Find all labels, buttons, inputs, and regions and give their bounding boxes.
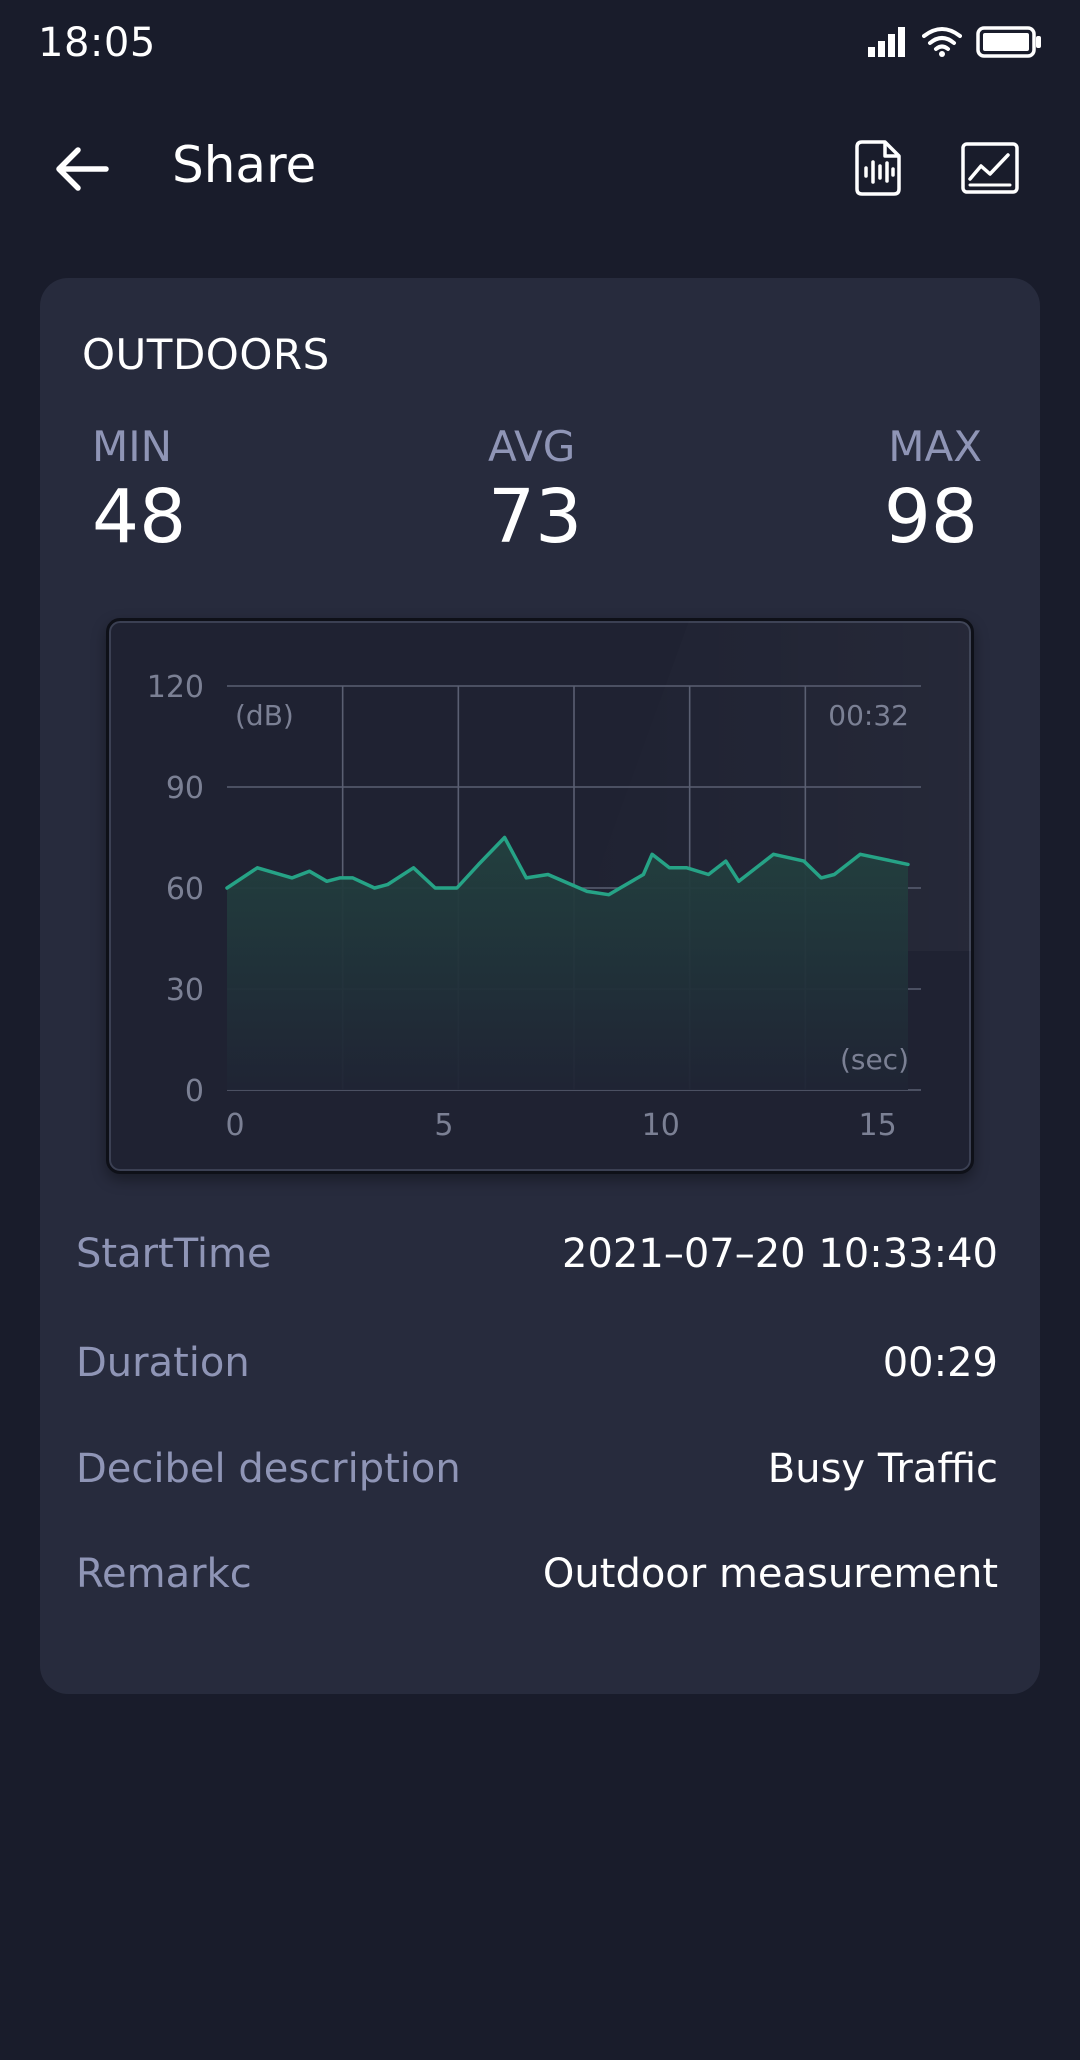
share-audio-button[interactable] [848,138,908,198]
wifi-icon [922,27,962,57]
y-tick-label: 60 [166,872,204,907]
duration-value: 00:29 [882,1340,998,1386]
arrow-left-icon [56,147,109,191]
stat-max-label: MAX [888,422,982,471]
remark-value: Outdoor measurement [542,1551,998,1597]
y-tick-label: 120 [147,670,204,705]
stat-max: MAX 98 [883,422,982,560]
stat-min: MIN 48 [92,422,187,560]
back-button[interactable] [50,140,114,198]
status-time: 18:05 [38,20,156,66]
y-tick-label: 30 [166,973,204,1008]
duration-label: Duration [76,1340,250,1386]
remark-label: Remarkc [76,1551,252,1597]
info-row-remark: Remarkc Outdoor measurement [76,1551,998,1611]
stat-max-value: 98 [883,474,978,560]
page-title: Share [172,136,317,194]
stat-avg-value: 73 [488,474,583,560]
signal-icon [868,27,905,57]
stat-avg-label: AVG [488,422,576,471]
y-unit-label: (dB) [235,699,294,732]
x-tick-label: 0 [225,1108,244,1143]
start-time-value: 2021–07–20 10:33:40 [562,1231,998,1277]
x-tick-label: 15 [859,1108,897,1143]
chart-image-icon [961,142,1019,194]
stat-min-label: MIN [92,422,173,471]
share-chart-button[interactable] [958,138,1022,198]
y-tick-label: 0 [185,1074,204,1109]
info-row-start-time: StartTime 2021–07–20 10:33:40 [76,1231,998,1291]
stat-min-value: 48 [92,474,187,560]
info-row-description: Decibel description Busy Traffic [76,1446,998,1506]
description-label: Decibel description [76,1446,461,1492]
stat-avg: AVG 73 [488,422,583,560]
y-tick-label: 90 [166,771,204,806]
audio-file-icon [855,140,901,196]
status-icons [868,26,1042,58]
measurement-card: OUTDOORS MIN 48 AVG 73 MAX 98 0 30 60 90… [40,278,1040,1694]
start-time-label: StartTime [76,1231,272,1277]
app-bar: Share [0,120,1080,216]
battery-icon [976,26,1041,58]
scene-title: OUTDOORS [82,330,330,379]
info-row-duration: Duration 00:29 [76,1340,998,1400]
status-bar: 18:05 [0,0,1080,92]
series-area [227,837,908,1090]
x-tick-label: 10 [642,1108,680,1143]
decibel-chart-svg: 0 30 60 90 120 0 5 10 15 (dB) 00:32 (sec) [147,621,971,1143]
time-readout: 00:32 [828,699,909,732]
description-value: Busy Traffic [767,1446,998,1492]
x-unit-label: (sec) [840,1043,909,1076]
decibel-chart: 0 30 60 90 120 0 5 10 15 (dB) 00:32 (sec) [106,618,974,1174]
x-tick-label: 5 [434,1108,453,1143]
